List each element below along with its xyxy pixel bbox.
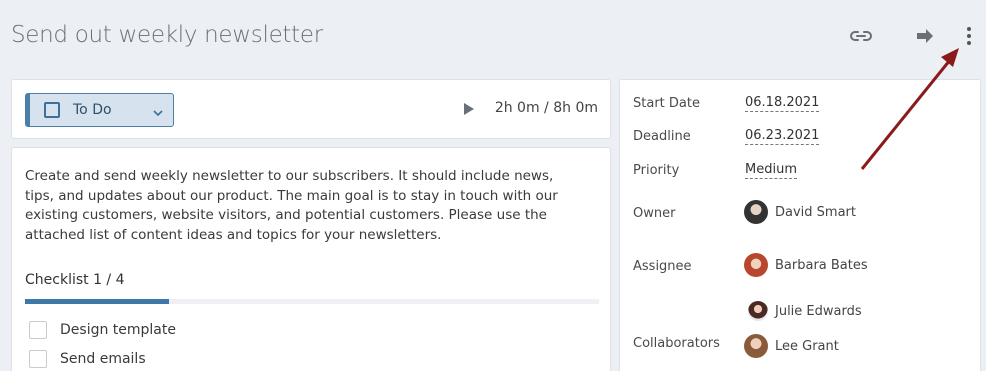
checklist-title: Checklist 1 / 4 — [25, 272, 125, 288]
start-date-label: Start Date — [633, 96, 700, 111]
avatar — [748, 301, 768, 321]
status-card: To Do 2h 0m / 8h 0m — [11, 79, 611, 139]
checklist-checkbox[interactable] — [29, 321, 47, 339]
status-checkbox-icon — [44, 102, 60, 118]
start-date-value[interactable]: 06.18.2021 — [745, 95, 820, 112]
priority-value[interactable]: Medium — [745, 162, 797, 179]
collaborator-person[interactable]: Lee Grant — [744, 334, 839, 358]
checklist-progress — [25, 299, 599, 304]
forward-icon[interactable] — [912, 24, 938, 48]
time-tracking: 2h 0m / 8h 0m — [494, 100, 598, 116]
priority-label: Priority — [633, 163, 680, 178]
deadline-label: Deadline — [633, 129, 691, 144]
checklist-checkbox[interactable] — [29, 350, 47, 368]
avatar — [744, 200, 768, 224]
collaborators-label: Collaborators — [633, 336, 720, 351]
assignee-name: Barbara Bates — [775, 257, 868, 273]
owner-person[interactable]: David Smart — [744, 200, 856, 224]
checklist-item-label[interactable]: Send emails — [60, 351, 146, 367]
play-icon[interactable] — [463, 101, 475, 120]
assignee-person[interactable]: Barbara Bates — [744, 253, 868, 277]
assignee-label: Assignee — [633, 259, 692, 274]
deadline-value[interactable]: 06.23.2021 — [745, 128, 820, 145]
avatar — [744, 253, 768, 277]
description-card: Create and send weekly newsletter to our… — [11, 147, 611, 371]
link-icon[interactable] — [848, 24, 874, 48]
checklist-item: Send emails — [29, 350, 146, 368]
collaborator-person[interactable]: Julie Edwards — [748, 301, 862, 321]
collaborator-name: Julie Edwards — [775, 303, 862, 319]
avatar — [744, 334, 768, 358]
checklist-progress-fill — [25, 299, 169, 304]
status-dropdown[interactable]: To Do — [25, 93, 174, 127]
owner-name: David Smart — [775, 204, 856, 220]
status-label: To Do — [73, 102, 112, 118]
chevron-down-icon — [153, 101, 163, 120]
checklist-item: Design template — [29, 321, 176, 339]
task-description[interactable]: Create and send weekly newsletter to our… — [25, 167, 585, 245]
page-title: Send out weekly newsletter — [11, 22, 323, 48]
collaborator-name: Lee Grant — [775, 338, 839, 354]
checklist-item-label[interactable]: Design template — [60, 322, 176, 338]
more-vertical-icon[interactable] — [956, 24, 982, 48]
details-panel: Start Date 06.18.2021 Deadline 06.23.202… — [619, 79, 981, 371]
owner-label: Owner — [633, 206, 676, 221]
